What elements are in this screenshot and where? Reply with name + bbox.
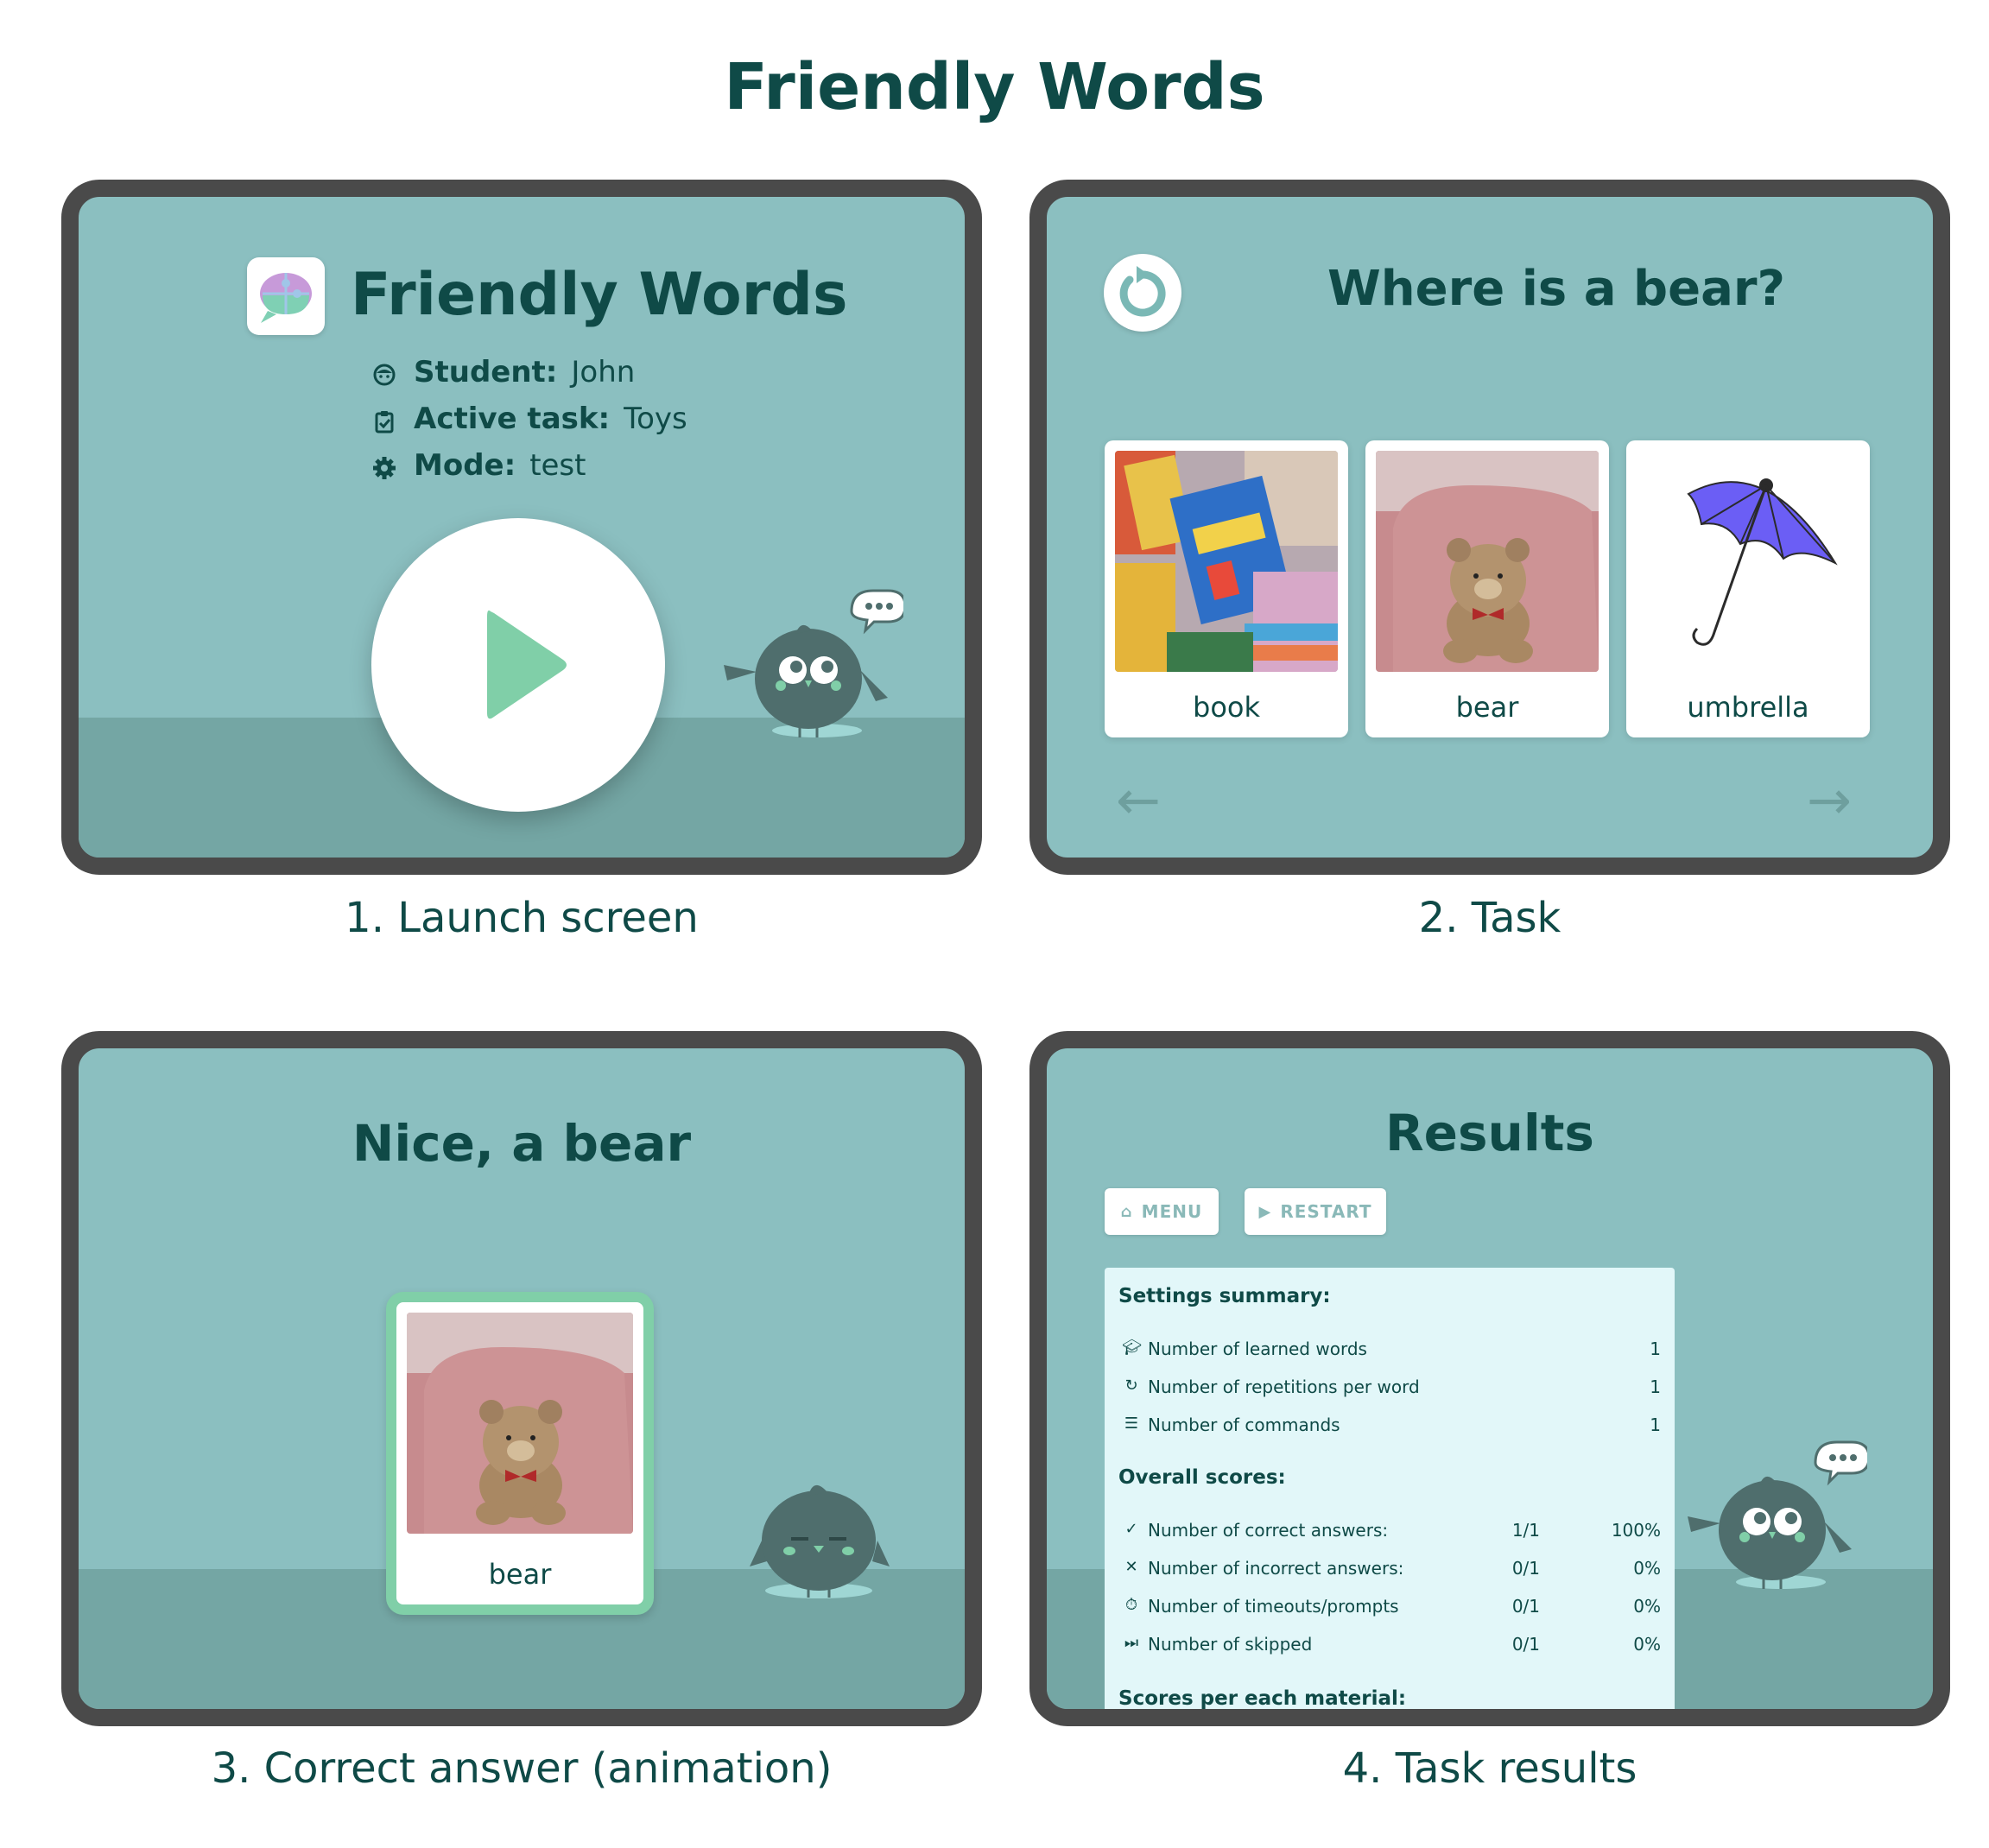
score-row-label: Number of skipped	[1148, 1634, 1313, 1655]
settings-row: ↻ Number of repetitions per word 1	[1118, 1377, 1661, 1401]
play-button[interactable]	[371, 518, 665, 812]
bear-image	[407, 1313, 633, 1534]
active-task-label: Active task:	[414, 402, 611, 436]
answer-card-bear[interactable]: bear	[1365, 440, 1609, 737]
caption-correct: 3. Correct answer (animation)	[211, 1744, 833, 1793]
score-fraction: 0/1	[1511, 1634, 1540, 1655]
caption-results: 4. Task results	[1342, 1744, 1637, 1793]
timer-icon: ⏱	[1124, 1596, 1138, 1614]
active-task-value: Toys	[624, 402, 687, 436]
caption-launch: 1. Launch screen	[345, 894, 699, 942]
menu-button[interactable]: ⌂ MENU	[1105, 1188, 1219, 1235]
home-icon: ⌂	[1120, 1202, 1133, 1221]
settings-row-label: Number of repetitions per word	[1148, 1377, 1420, 1397]
score-row-label: Number of correct answers:	[1148, 1520, 1389, 1541]
selected-card-bear: bear	[386, 1292, 654, 1615]
restart-button-label: RESTART	[1280, 1201, 1372, 1222]
score-row-label: Number of incorrect answers:	[1148, 1558, 1404, 1579]
student-row: Student: John	[372, 355, 635, 389]
score-fraction: 0/1	[1511, 1596, 1540, 1617]
answer-card-book[interactable]: book	[1105, 440, 1348, 737]
repeat-button[interactable]	[1104, 254, 1181, 332]
app-logo-icon	[247, 257, 325, 335]
mode-label: Mode:	[414, 448, 516, 483]
clipboard-icon	[372, 407, 396, 434]
umbrella-image	[1637, 451, 1859, 672]
settings-row-label: Number of learned words	[1148, 1339, 1367, 1359]
correct-title: Nice, a bear	[352, 1114, 692, 1173]
score-percent: 0%	[1633, 1558, 1661, 1579]
bird-mascot-sleeping-icon	[750, 1484, 890, 1598]
results-panel[interactable]: Settings summary: 🎓︎ Number of learned w…	[1105, 1268, 1675, 1710]
caption-task: 2. Task	[1418, 894, 1561, 942]
next-arrow-icon[interactable]: →	[1807, 774, 1852, 827]
answer-card-umbrella[interactable]: umbrella	[1626, 440, 1870, 737]
settings-row-label: Number of commands	[1148, 1414, 1340, 1435]
score-fraction: 1/1	[1511, 1520, 1540, 1541]
card-label: bear	[488, 1558, 552, 1591]
settings-row: ☰ Number of commands 1	[1118, 1414, 1661, 1439]
restart-icon: ▶	[1258, 1202, 1272, 1221]
score-percent: 100%	[1611, 1520, 1661, 1541]
active-task-row: Active task: Toys	[372, 402, 687, 436]
score-row: ⏱ Number of timeouts/prompts 0/1 0%	[1118, 1596, 1661, 1620]
settings-row: 🎓︎ Number of learned words 1	[1118, 1339, 1661, 1363]
score-row: ✕ Number of incorrect answers: 0/1 0%	[1118, 1558, 1661, 1582]
book-image	[1115, 451, 1338, 672]
gear-icon	[372, 453, 396, 479]
card-label: bear	[1455, 691, 1519, 724]
repeat-icon	[1119, 266, 1166, 317]
skip-icon: ⏭	[1124, 1634, 1139, 1652]
x-icon: ✕	[1124, 1558, 1138, 1576]
check-icon: ✓	[1124, 1520, 1138, 1538]
card-label: umbrella	[1687, 691, 1809, 724]
mode-row: Mode: test	[372, 448, 586, 483]
score-row: ✓ Number of correct answers: 1/1 100%	[1118, 1520, 1661, 1544]
results-title: Results	[1385, 1104, 1594, 1162]
settings-row-value: 1	[1650, 1339, 1661, 1359]
play-icon	[487, 610, 567, 719]
bird-mascot-icon	[1688, 1440, 1867, 1589]
repeat-icon: ↻	[1124, 1377, 1138, 1395]
graduation-cap-icon: 🎓︎	[1122, 1339, 1142, 1357]
student-label: Student:	[414, 355, 558, 389]
settings-row-value: 1	[1650, 1377, 1661, 1397]
overall-scores-title: Overall scores:	[1118, 1466, 1286, 1489]
task-screen: Where is a bear? book bear umbrella ← →	[1029, 180, 1950, 875]
bird-mascot-icon	[724, 589, 903, 737]
correct-answer-screen: Nice, a bear bear	[61, 1031, 982, 1726]
score-percent: 0%	[1633, 1596, 1661, 1617]
bear-image	[1376, 451, 1599, 672]
settings-row-value: 1	[1650, 1414, 1661, 1435]
score-percent: 0%	[1633, 1634, 1661, 1655]
menu-button-label: MENU	[1141, 1201, 1203, 1222]
results-screen: Results ⌂ MENU ▶ RESTART Settings summar…	[1029, 1031, 1950, 1726]
page-title: Friendly Words	[724, 50, 1265, 124]
score-row: ⏭ Number of skipped 0/1 0%	[1118, 1634, 1661, 1658]
student-value: John	[571, 355, 636, 389]
list-icon: ☰	[1124, 1414, 1139, 1433]
task-question: Where is a bear?	[1327, 261, 1785, 317]
launch-screen: Friendly Words Student: John Active task…	[61, 180, 982, 875]
previous-arrow-icon[interactable]: ←	[1116, 774, 1161, 827]
mode-value: test	[529, 448, 586, 483]
score-row-label: Number of timeouts/prompts	[1148, 1596, 1399, 1617]
score-fraction: 0/1	[1511, 1558, 1540, 1579]
materials-scores-title: Scores per each material:	[1118, 1687, 1407, 1710]
face-icon	[372, 360, 396, 386]
card-label: book	[1193, 691, 1260, 724]
restart-button[interactable]: ▶ RESTART	[1245, 1188, 1386, 1235]
app-title: Friendly Words	[351, 261, 848, 329]
settings-summary-title: Settings summary:	[1118, 1285, 1331, 1307]
